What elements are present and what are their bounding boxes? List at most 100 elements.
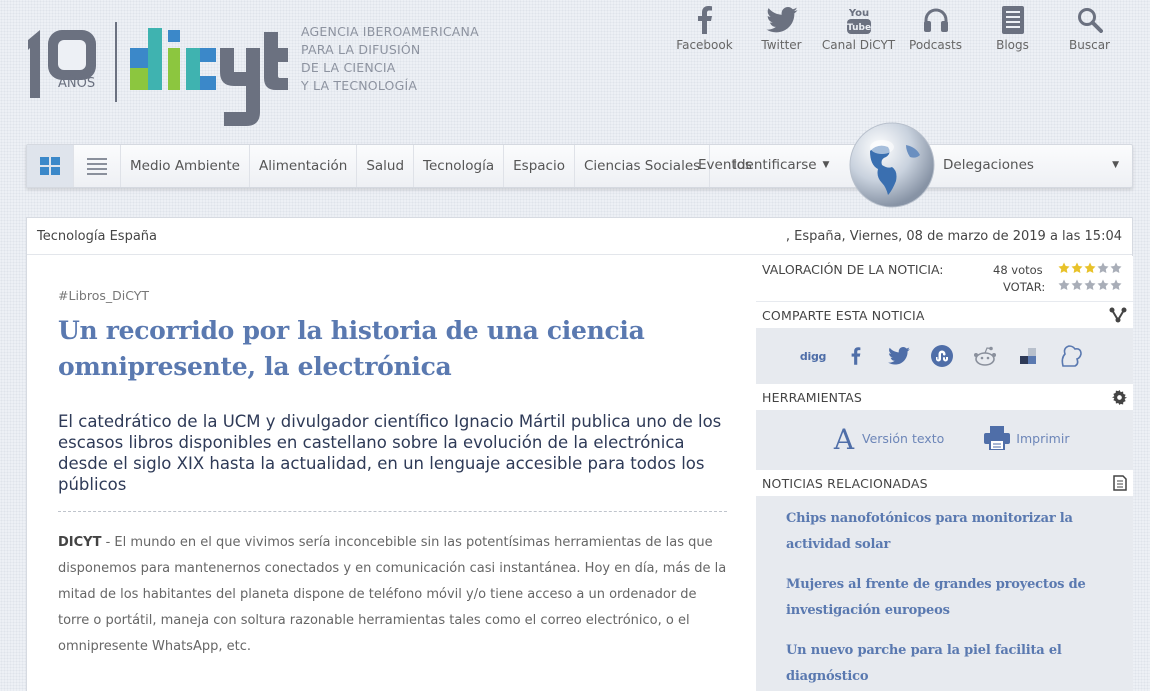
article-body: DICYT - El mundo en el que vivimos sería…	[58, 530, 727, 660]
star-icon	[1110, 262, 1122, 277]
share-reddit-button[interactable]	[972, 343, 998, 369]
site-logo[interactable]: AÑOS AGENCIA IBEROAMERICANA PARA LA DIFU…	[26, 18, 496, 128]
social-links: Facebook Twitter You Tube Canal DiCYT Pod…	[666, 0, 1128, 52]
article-divider	[58, 511, 727, 512]
share-meneame-button[interactable]	[1058, 343, 1084, 369]
login-label: Identificarse	[733, 157, 817, 173]
star-icon	[1071, 262, 1083, 277]
login-dropdown[interactable]: Identificarse ▼	[733, 157, 829, 173]
globe-icon	[848, 121, 936, 209]
vote-stars[interactable]	[1058, 279, 1122, 294]
content-panel: Tecnología España , España, Viernes, 08 …	[26, 217, 1133, 691]
tagline-line: PARA LA DIFUSIÓN	[301, 42, 421, 57]
tagline-line: AGENCIA IBEROAMERICANA	[301, 24, 479, 39]
related-news-item[interactable]: Un nuevo parche para la piel facilita el…	[786, 638, 1103, 690]
blog-icon	[1001, 6, 1024, 34]
related-header: NOTICIAS RELACIONADAS	[756, 470, 1133, 496]
article-subtitle: El catedrático de la UCM y divulgador ci…	[58, 412, 722, 494]
article-sidebar: VALORACIÓN DE LA NOTICIA: 48 votos VOTAR…	[756, 256, 1133, 691]
delegaciones-label: Delegaciones	[943, 157, 1034, 173]
votes-count: 48 votos	[993, 263, 1043, 277]
star-icon[interactable]	[1110, 279, 1122, 294]
facebook-link[interactable]: Facebook	[666, 0, 743, 52]
twitter-icon	[888, 347, 910, 365]
print-label: Imprimir	[1016, 430, 1070, 446]
nav-salud[interactable]: Salud	[357, 145, 415, 187]
delegaciones-dropdown[interactable]: Delegaciones ▼	[943, 157, 1119, 173]
svg-text:You: You	[847, 8, 868, 19]
social-label: Buscar	[1069, 38, 1110, 52]
star-icon[interactable]	[1058, 279, 1070, 294]
related-news-item[interactable]: Chips nanofotónicos para monitorizar la …	[786, 506, 1103, 558]
star-icon[interactable]	[1071, 279, 1083, 294]
tools-row: A Versión texto Imprimir	[756, 410, 1133, 466]
rating-label: VALORACIÓN DE LA NOTICIA:	[762, 262, 944, 277]
nav-espacio[interactable]: Espacio	[504, 145, 575, 187]
share-stumbleupon-button[interactable]	[929, 343, 955, 369]
share-digg-button[interactable]: digg	[800, 343, 827, 369]
headphones-icon	[923, 8, 948, 32]
nav-alimentacion[interactable]: Alimentación	[250, 145, 358, 187]
social-label: Canal DiCYT	[821, 38, 896, 52]
social-label: Twitter	[761, 38, 802, 52]
dicyt-wordmark	[130, 20, 290, 132]
average-rating-stars	[1058, 262, 1122, 277]
star-icon[interactable]	[1084, 279, 1096, 294]
print-button[interactable]: Imprimir	[984, 426, 1069, 450]
rating-box: VALORACIÓN DE LA NOTICIA: 48 votos VOTAR…	[756, 256, 1133, 301]
social-label: Podcasts	[909, 38, 962, 52]
vote-label: VOTAR:	[1003, 280, 1046, 294]
star-icon[interactable]	[1097, 279, 1109, 294]
article-dateline: , España, Viernes, 08 de marzo de 2019 a…	[785, 228, 1122, 244]
nav-tecnologia[interactable]: Tecnología	[414, 145, 505, 187]
list-view-button[interactable]	[74, 145, 121, 187]
tools-header: HERRAMIENTAS	[756, 384, 1133, 410]
star-icon	[1097, 262, 1109, 277]
youtube-link[interactable]: You Tube Canal DiCYT	[820, 0, 897, 52]
related-label: NOTICIAS RELACIONADAS	[762, 475, 928, 491]
facebook-icon	[851, 347, 861, 365]
share-delicious-button[interactable]	[1015, 343, 1041, 369]
blogs-link[interactable]: Blogs	[974, 0, 1051, 52]
search-icon	[1077, 8, 1103, 33]
star-icon	[1084, 262, 1096, 277]
star-icon	[1058, 262, 1070, 277]
share-header: COMPARTE ESTA NOTICIA	[756, 302, 1133, 328]
printer-icon	[984, 426, 1011, 450]
podcasts-link[interactable]: Podcasts	[897, 0, 974, 52]
search-link[interactable]: Buscar	[1051, 0, 1128, 52]
related-news-list: Chips nanofotónicos para monitorizar la …	[756, 496, 1133, 690]
stumbleupon-icon	[931, 345, 953, 367]
svg-text:Tube: Tube	[846, 23, 870, 33]
share-icon	[1109, 307, 1127, 323]
svg-text:A: A	[833, 425, 855, 451]
tagline-line: DE LA CIENCIA	[301, 60, 396, 75]
share-twitter-button[interactable]	[886, 343, 912, 369]
share-label: COMPARTE ESTA NOTICIA	[762, 307, 925, 323]
grid-icon	[40, 157, 60, 175]
font-icon: A	[833, 425, 855, 451]
social-label: Facebook	[676, 38, 733, 52]
article-source: DICYT	[58, 535, 102, 550]
logo-separator	[115, 22, 117, 102]
reddit-icon	[974, 346, 996, 366]
twitter-link[interactable]: Twitter	[743, 0, 820, 52]
article-tag[interactable]: #Libros_DiCYT	[58, 288, 727, 303]
text-version-label: Versión texto	[862, 430, 945, 446]
caret-down-icon: ▼	[822, 160, 830, 170]
social-label: Blogs	[996, 38, 1029, 52]
delicious-icon	[1020, 348, 1036, 364]
tools-label: HERRAMIENTAS	[762, 389, 862, 405]
related-news-item[interactable]: Mujeres al frente de grandes proyectos d…	[786, 572, 1103, 624]
text-version-button[interactable]: A Versión texto	[832, 425, 944, 451]
share-facebook-button[interactable]	[843, 343, 869, 369]
nav-ciencias-sociales[interactable]: Ciencias Sociales	[575, 145, 711, 187]
list-icon	[87, 158, 107, 175]
document-icon	[1113, 475, 1127, 491]
breadcrumb-section[interactable]: Tecnología España	[37, 229, 157, 244]
grid-view-button[interactable]	[27, 145, 74, 187]
agency-tagline: AGENCIA IBEROAMERICANA PARA LA DIFUSIÓN …	[301, 23, 479, 95]
anniversary-badge	[26, 26, 98, 110]
nav-medio-ambiente[interactable]: Medio Ambiente	[121, 145, 250, 187]
anniversary-label: AÑOS	[58, 76, 96, 91]
